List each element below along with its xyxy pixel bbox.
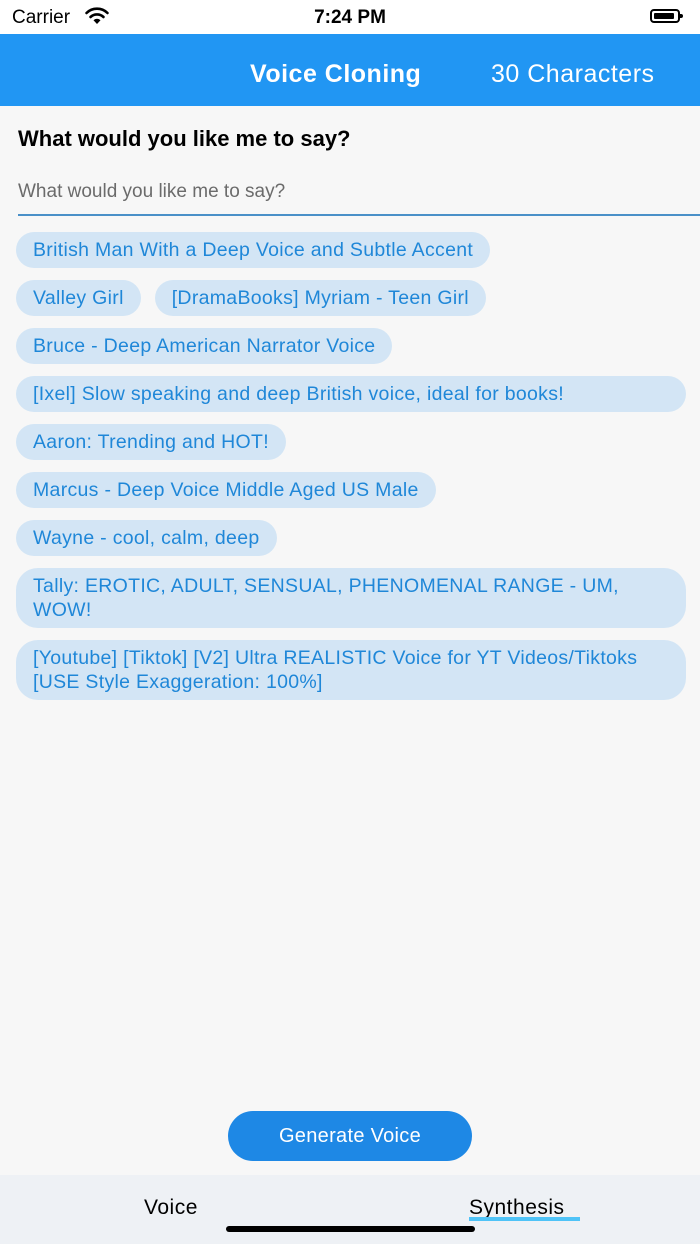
app-bar: Voice Cloning 30 Characters: [0, 34, 700, 106]
status-bar: Carrier 7:24 PM: [0, 0, 700, 34]
voice-chip[interactable]: Marcus - Deep Voice Middle Aged US Male: [16, 472, 436, 508]
voice-chip[interactable]: Wayne - cool, calm, deep: [16, 520, 277, 556]
active-tab-indicator: [469, 1217, 580, 1221]
home-indicator[interactable]: [226, 1226, 475, 1232]
voice-chip[interactable]: Valley Girl: [16, 280, 141, 316]
voice-chip[interactable]: Bruce - Deep American Narrator Voice: [16, 328, 393, 364]
voice-chip-list: British Man With a Deep Voice and Subtle…: [16, 232, 686, 712]
voice-chip[interactable]: Tally: EROTIC, ADULT, SENSUAL, PHENOMENA…: [16, 568, 686, 628]
tab-voice[interactable]: Voice: [144, 1196, 198, 1220]
page-title: Voice Cloning: [250, 60, 422, 88]
clock: 7:24 PM: [314, 7, 386, 28]
generate-voice-button[interactable]: Generate Voice: [228, 1111, 472, 1161]
voice-chip[interactable]: [Youtube] [Tiktok] [V2] Ultra REALISTIC …: [16, 640, 686, 700]
voice-chip[interactable]: [Ixel] Slow speaking and deep British vo…: [16, 376, 686, 412]
voice-chip[interactable]: [DramaBooks] Myriam - Teen Girl: [154, 280, 486, 316]
voice-chip[interactable]: British Man With a Deep Voice and Subtle…: [16, 232, 491, 268]
prompt-heading: What would you like me to say?: [18, 126, 351, 151]
battery-icon: [650, 9, 683, 23]
speech-text-input[interactable]: [18, 170, 700, 216]
character-count: 30 Characters: [491, 60, 655, 88]
bottom-tab-bar: Voice Synthesis: [0, 1175, 700, 1244]
voice-chip[interactable]: Aaron: Trending and HOT!: [16, 424, 286, 460]
